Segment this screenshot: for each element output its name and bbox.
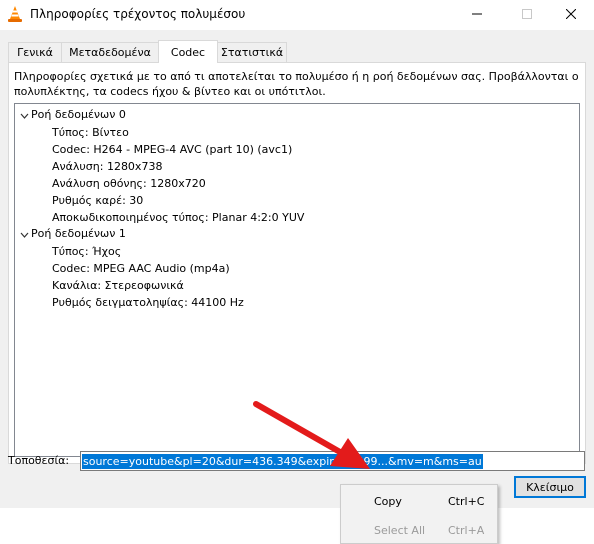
tree-leaf: Ανάλυση: 1280x738	[52, 160, 163, 173]
minimize-button[interactable]	[454, 0, 500, 30]
menu-item-label: Copy	[374, 495, 402, 508]
tree-leaf: Κανάλια: Στερεοφωνικά	[52, 279, 184, 292]
stream-name: Ροή δεδομένων 1	[31, 227, 126, 240]
tree-leaf: Ανάλυση οθόνης: 1280x720	[52, 177, 206, 190]
tab-statistics[interactable]: Στατιστικά	[217, 42, 287, 62]
codec-description: Πληροφορίες σχετικά με το από τι αποτελε…	[14, 70, 579, 98]
menu-item-label: Select All	[374, 524, 426, 537]
minimize-icon	[472, 9, 482, 22]
tree-leaf: Ρυθμός δειγματοληψίας: 44100 Hz	[52, 296, 244, 309]
title-bar[interactable]: Πληροφορίες τρέχοντος πολυμέσου	[0, 0, 594, 30]
menu-item-shortcut: Ctrl+A	[448, 524, 485, 537]
maximize-button[interactable]	[504, 0, 550, 30]
dialog-body: Γενικά Μεταδεδομένα Codec Στατιστικά Πλη…	[0, 30, 594, 544]
close-button[interactable]: Κλείσιμο	[514, 476, 586, 498]
menu-item-shortcut: Ctrl+C	[448, 495, 485, 508]
location-field[interactable]: source=youtube&pl=20&dur=436.349&expire=…	[80, 451, 585, 471]
close-window-button[interactable]	[548, 0, 594, 30]
media-information-window: Πληροφορίες τρέχοντος πολυμέσου Γενικά Μ…	[0, 0, 594, 544]
maximize-icon	[522, 8, 532, 22]
chevron-down-icon[interactable]	[19, 107, 29, 124]
menu-item-copy[interactable]: Copy Ctrl+C	[341, 491, 497, 513]
tab-label: Στατιστικά	[220, 46, 284, 59]
tab-label: Μεταδεδομένα	[69, 46, 151, 59]
menu-item-select-all[interactable]: Select All Ctrl+A	[341, 520, 497, 542]
location-label: Τοποθεσία:	[8, 454, 70, 467]
tab-codec[interactable]: Codec	[158, 40, 218, 63]
chevron-down-icon[interactable]	[19, 226, 29, 243]
codec-panel: Πληροφορίες σχετικά με το από τι αποτελε…	[8, 62, 586, 464]
window-title: Πληροφορίες τρέχοντος πολυμέσου	[30, 7, 246, 21]
tree-leaf: Codec: H264 - MPEG-4 AVC (part 10) (avc1…	[52, 143, 293, 156]
location-value-selected[interactable]: source=youtube&pl=20&dur=436.349&expire=…	[82, 454, 483, 469]
tree-leaf: Ρυθμός καρέ: 30	[52, 194, 144, 207]
tree-leaf: Τύπος: Ήχος	[52, 245, 122, 258]
close-button-label: Κλείσιμο	[526, 480, 574, 494]
stream-name: Ροή δεδομένων 0	[31, 108, 126, 121]
context-menu: Copy Ctrl+C Select All Ctrl+A	[340, 484, 498, 544]
close-icon	[565, 8, 577, 22]
tree-leaf: Codec: MPEG AAC Audio (mp4a)	[52, 262, 230, 275]
tab-label: Codec	[170, 45, 206, 59]
tree-leaf: Αποκωδικοποιημένος τύπος: Planar 4:2:0 Y…	[52, 211, 305, 224]
vlc-cone-icon	[6, 5, 24, 23]
tab-label: Γενικά	[17, 46, 53, 59]
tab-metadata[interactable]: Μεταδεδομένα	[61, 42, 159, 62]
codec-tree[interactable]: Ροή δεδομένων 0 Τύπος: Βίντεο Codec: H26…	[14, 103, 580, 457]
tree-leaf: Τύπος: Βίντεο	[52, 126, 129, 139]
tab-general[interactable]: Γενικά	[8, 42, 62, 62]
